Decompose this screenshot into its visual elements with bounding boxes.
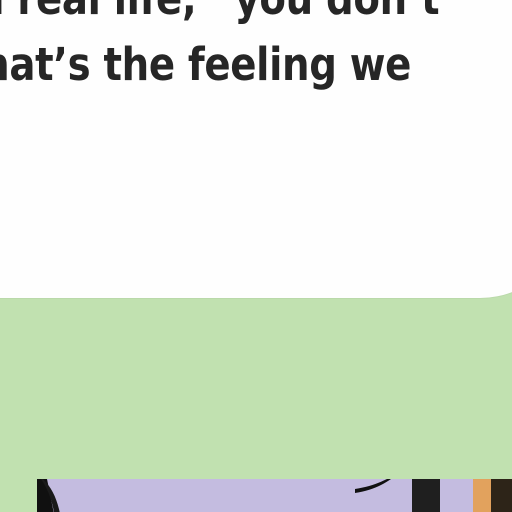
photo-thumbnail (37, 479, 512, 512)
page: in real life,” you don’t that’s the feel… (0, 0, 512, 512)
photo-right-edge (491, 479, 512, 512)
quote-line-2: that’s the feeling we (0, 38, 412, 91)
photo-image (37, 479, 512, 512)
photo-dark-post (412, 479, 440, 512)
quote-text: in real life,” you don’t that’s the feel… (0, 0, 446, 98)
photo-sky (37, 479, 512, 512)
quote-line-1: in real life,” you don’t (0, 0, 446, 32)
photo-orange-post (473, 479, 491, 512)
